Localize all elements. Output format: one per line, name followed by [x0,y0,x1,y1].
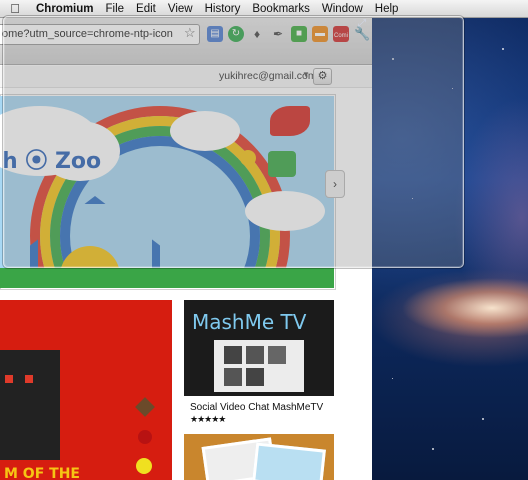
video-tile [268,346,286,364]
pixel-character [0,350,60,460]
resize-icon[interactable]: ⤢ [358,18,366,29]
menu-chromium[interactable]: Chromium [30,3,100,15]
mashme-logo: MashMe TV [192,310,307,334]
game-title: M OF THE [4,466,80,480]
video-tile [224,346,242,364]
potion-icon [138,430,152,444]
character-eye [5,375,13,383]
menu-window[interactable]: Window [316,3,369,15]
translucent-overlay-window[interactable] [3,16,464,268]
apple-icon[interactable]:  [0,1,30,16]
star-dot [482,418,484,420]
menu-edit[interactable]: Edit [130,3,162,15]
star-dot [432,448,434,450]
menu-bookmarks[interactable]: Bookmarks [246,3,316,15]
video-tile [224,368,242,386]
star-dot [392,378,393,379]
app-tile-mashme[interactable]: MashMe TV [184,300,334,396]
app-tile-photos[interactable] [184,434,334,480]
coin-icon [136,458,152,474]
sword-icon [135,397,155,417]
menu-help[interactable]: Help [369,3,405,15]
star-dot [502,48,504,50]
video-tile [246,346,264,364]
menu-file[interactable]: File [100,3,131,15]
video-chat-preview [214,340,304,392]
menu-view[interactable]: View [162,3,199,15]
tile-rating: ★★★★★ [190,414,226,424]
photo-card [252,442,326,480]
app-tile-game[interactable]: M OF THE [0,300,172,480]
grass [0,268,334,288]
character-eye [25,375,33,383]
video-tile [246,368,264,386]
menu-history[interactable]: History [199,3,247,15]
tile-caption[interactable]: Social Video Chat MashMeTV [190,402,323,413]
